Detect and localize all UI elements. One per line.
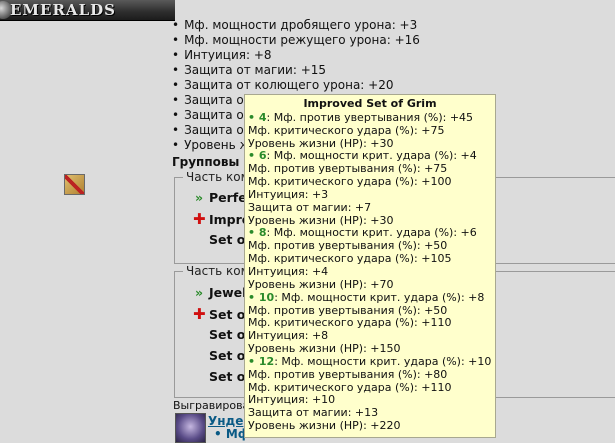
stat-line: Интуиция: +8 bbox=[172, 48, 271, 63]
set-bonus-tooltip: Improved Set of Grim • 4: Мф. против уве… bbox=[244, 94, 496, 438]
set-link-set-of[interactable]: Set of bbox=[193, 232, 251, 248]
set-link-jewel[interactable]: » Jewel bbox=[193, 285, 247, 301]
tier-count: 8 bbox=[258, 226, 267, 240]
tier-count: 4 bbox=[258, 110, 267, 124]
tooltip-tier-line: • 10: Мф. мощности крит. удара (%): +8 bbox=[248, 290, 485, 304]
tier-bonus: Мф. мощности крит. удара (%): +6 bbox=[273, 226, 477, 240]
arrow-icon: » bbox=[194, 190, 204, 205]
tier-bonus: Мф. против увертывания (%): +45 bbox=[273, 110, 474, 124]
stat-line: Защита от магии: +15 bbox=[172, 63, 326, 78]
scroll-icon[interactable] bbox=[64, 174, 85, 195]
tier-bullet: • bbox=[248, 226, 259, 240]
tier-bonus: Мф. против увертывания (%): +80 bbox=[248, 367, 448, 381]
tier-bonus: Мф. критического удара (%): +100 bbox=[248, 175, 452, 189]
tier-bonus: Интуиция: +3 bbox=[248, 187, 329, 201]
tooltip-title: Improved Set of Grim bbox=[303, 97, 437, 110]
stat-line: Защита от колющего урона: +20 bbox=[172, 78, 393, 93]
site-banner[interactable]: EMERALDS bbox=[0, 0, 175, 21]
set-part-legend: Часть ком bbox=[183, 170, 253, 185]
item-thumbnail-icon[interactable] bbox=[175, 413, 206, 443]
tooltip-body: • 4: Мф. против увертывания (%): +45 Мф. … bbox=[248, 110, 495, 433]
stat-line: Мф. мощности дробящего урона: +3 bbox=[172, 18, 417, 33]
tier-count: 10 bbox=[258, 290, 275, 304]
stat-line: Защита от bbox=[172, 123, 251, 138]
stat-line: Защита от bbox=[172, 108, 251, 123]
set-link-set-of[interactable]: Set of bbox=[193, 348, 251, 364]
plus-icon: ✚ bbox=[193, 305, 206, 323]
tier-bullet: • bbox=[248, 110, 259, 124]
stat-line: Мф. мощности режущего урона: +16 bbox=[172, 33, 420, 48]
site-title: EMERALDS bbox=[10, 1, 116, 19]
tier-bullet: • bbox=[248, 149, 259, 163]
set-link-set-of[interactable]: ✚ Set of bbox=[193, 307, 251, 323]
tier-bullet: • bbox=[248, 290, 259, 304]
tier-bonus: Уровень жизни (HP): +220 bbox=[248, 419, 401, 433]
stat-line: Уровень ж bbox=[172, 138, 250, 153]
tier-count: 12 bbox=[258, 354, 275, 368]
tooltip-tier-line: • 12: Мф. мощности крит. удара (%): +10 bbox=[248, 354, 492, 368]
tier-bonus: Интуиция: +4 bbox=[248, 264, 329, 278]
tooltip-tier-line: • 4: Мф. против увертывания (%): +45 bbox=[248, 110, 474, 124]
tier-count: 6 bbox=[258, 149, 267, 163]
tier-bonus: Защита от магии: +7 bbox=[248, 200, 372, 214]
set-link-set-of[interactable]: Set of bbox=[193, 369, 251, 385]
group-sets-title: Групповы bbox=[172, 155, 240, 169]
stat-line: Защита от bbox=[172, 93, 251, 108]
set-part-legend: Часть ком bbox=[183, 264, 253, 279]
tier-bonus: Мф. критического удара (%): +75 bbox=[248, 123, 445, 137]
arrow-icon: » bbox=[194, 285, 204, 300]
set-link-improved[interactable]: ✚ Impro bbox=[193, 212, 250, 228]
plus-icon: ✚ bbox=[193, 210, 206, 228]
tier-bullet: • bbox=[248, 354, 259, 368]
tier-bonus: Мф. мощности крит. удара (%): +8 bbox=[281, 290, 485, 304]
tier-bonus: Мф. мощности крит. удара (%): +10 bbox=[281, 354, 492, 368]
set-link-set-of[interactable]: Set of bbox=[193, 327, 251, 343]
tier-bonus: Мф. мощности крит. удара (%): +4 bbox=[273, 149, 477, 163]
